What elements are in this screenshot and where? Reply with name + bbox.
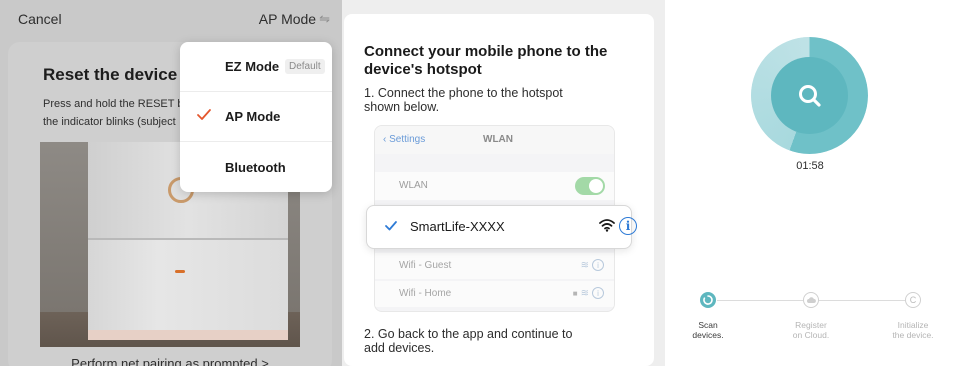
network-icons: ≋ i [581,259,604,271]
ios-back-label: ‹ Settings [383,134,426,145]
step-initialize-indicator: C [905,292,921,308]
step-register-indicator [803,292,819,308]
hotspot-name: SmartLife-XXXX [410,219,505,234]
network-icons: ■ ≋ i [573,287,604,299]
step-one-line: shown below. [364,100,440,114]
network-row-home: Wifi - Home ■ ≋ i [375,281,614,307]
initialize-icon: C [909,295,917,305]
indicator-led [175,270,185,273]
hotspot-panel: Connect your mobile phone to the device'… [344,14,654,366]
loading-icon [703,295,713,305]
hotspot-title-line: device's hotspot [364,61,482,78]
dropdown-item-bluetooth[interactable]: Bluetooth [180,142,332,192]
wlan-toggle [575,177,605,195]
step-scan-label: Scan devices. [673,320,743,340]
dropdown-item-label: Bluetooth [225,159,286,175]
hotspot-title: Connect your mobile phone to the device'… [364,43,634,79]
wifi-icon: ≋ [580,287,589,299]
step-label-line: devices. [692,330,724,340]
progress-connector [717,300,803,301]
info-icon: i [592,287,604,299]
router-base [88,330,288,340]
check-icon [197,109,211,120]
step-scan-indicator [700,292,716,308]
step-label-line: Initialize [897,320,929,330]
step-two-line: 2. Go back to the app and continue to [364,327,573,341]
mode-switch-label: AP Mode [258,11,317,27]
step-one-line: 1. Connect the phone to the hotspot [364,86,563,100]
cancel-button[interactable]: Cancel [18,11,62,27]
wifi-icon: ≋ [580,259,589,271]
ios-back-text: Settings [389,134,426,145]
switch-arrows-icon: ⇋ [319,11,330,26]
mode-dropdown: EZ Mode Default AP Mode Bluetooth [180,42,332,192]
step-initialize-label: Initialize the device. [878,320,948,340]
dropdown-item-ap-mode[interactable]: AP Mode [180,92,332,142]
step-one-text: 1. Connect the phone to the hotspot show… [364,86,634,114]
wifi-icon [599,219,615,232]
step-label-line: the device. [892,330,934,340]
step-register-label: Register on Cloud. [776,320,846,340]
dropdown-item-label: EZ Mode [225,59,280,74]
info-icon: i [619,217,637,235]
ios-wlan-row: WLAN [375,172,614,200]
cloud-icon [806,297,816,303]
ios-wlan-label: WLAN [399,180,428,191]
mode-switch-button[interactable]: AP Mode ⇋ [259,11,330,27]
check-icon [385,221,397,231]
reset-title: Reset the device fi [43,65,193,84]
net-pairing-link[interactable]: Perform net pairing as prompted > [8,356,332,366]
step-label-line: Register [795,320,827,330]
app-root: Cancel AP Mode ⇋ Reset the device fi Pre… [0,0,968,366]
reset-panel: Cancel AP Mode ⇋ Reset the device fi Pre… [0,0,342,366]
hotspot-network-row: SmartLife-XXXX i [366,205,637,249]
ios-nav-title: WLAN [483,134,513,145]
lock-icon: ■ [572,288,578,298]
info-icon: i [592,259,604,271]
network-row-guest: Wifi - Guest ≋ i [375,253,614,279]
scan-panel: 01:58 C Scan devices. Register on Cloud.… [665,0,968,366]
dropdown-item-label: AP Mode [225,109,281,124]
progress-connector [819,300,905,301]
panel-header: Cancel AP Mode ⇋ [0,0,342,40]
step-two-line: add devices. [364,341,435,355]
hotspot-title-line: Connect your mobile phone to the [364,43,608,60]
step-two-text: 2. Go back to the app and continue to ad… [364,327,634,355]
network-name: Wifi - Home [399,288,452,299]
step-label-line: Scan [698,320,718,330]
search-icon [799,85,821,107]
countdown-timer: 01:58 [796,160,824,172]
default-badge: Default [285,59,325,74]
step-label-line: on Cloud. [792,330,830,340]
network-name: Wifi - Guest [399,260,452,271]
ios-nav-bar: ‹ Settings WLAN [375,126,614,154]
dropdown-item-ez-mode[interactable]: EZ Mode Default [180,42,332,92]
